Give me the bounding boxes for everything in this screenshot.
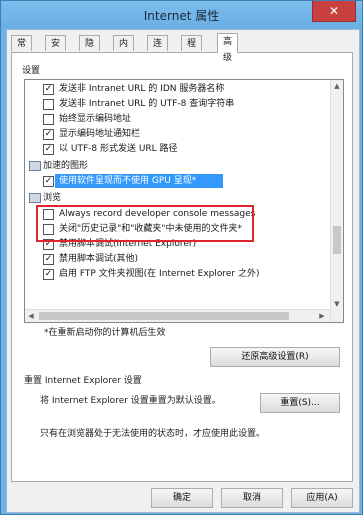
list-item[interactable]: ✓ 禁用脚本调试(其他) — [25, 252, 325, 266]
tab-privacy[interactable]: 隐私 — [79, 35, 101, 65]
checkbox[interactable] — [43, 224, 54, 235]
list-item-label: Always record developer console messages — [59, 209, 256, 219]
checkbox[interactable]: ✓ — [43, 84, 54, 95]
list-item-label: 关闭"历史记录"和"收藏夹"中未使用的文件夹* — [59, 224, 243, 234]
reset-button[interactable]: 重置(S)... — [260, 393, 340, 413]
list-item[interactable]: ✓ 显示编码地址通知栏 — [25, 127, 325, 141]
list-item[interactable]: ✓ 禁用脚本调试(Internet Explorer) — [25, 237, 325, 251]
category-label: 浏览 — [43, 193, 62, 203]
ok-button[interactable]: 确定 — [151, 488, 213, 508]
internet-properties-window: Internet 属性 ✕ 常规 安全 隐私 内容 连接 程序 高级 设置 ✓ … — [0, 0, 363, 515]
checkbox[interactable] — [43, 114, 54, 125]
advanced-panel: 设置 ✓ 发送非 Intranet URL 的 IDN 服务器名称 发送非 In… — [11, 52, 353, 482]
list-item[interactable]: ✓ 启用 FTP 文件夹视图(在 Internet Explorer 之外) — [25, 267, 325, 281]
scroll-down-icon[interactable]: ▼ — [331, 298, 343, 310]
reset-section-label: 重置 Internet Explorer 设置 — [24, 376, 142, 386]
vertical-scrollbar[interactable]: ▲ ▼ — [330, 80, 343, 322]
checkbox[interactable] — [43, 209, 54, 220]
list-item-label: 禁用脚本调试(其他) — [59, 254, 139, 264]
list-item-label: 使用软件呈现而不使用 GPU 呈现* — [59, 176, 197, 186]
close-button[interactable]: ✕ — [312, 1, 356, 22]
scroll-up-icon[interactable]: ▲ — [331, 80, 343, 92]
tab-programs[interactable]: 程序 — [181, 35, 203, 65]
list-item-label: 显示编码地址通知栏 — [59, 129, 141, 139]
tab-connections[interactable]: 连接 — [147, 35, 169, 65]
list-item[interactable]: 关闭"历史记录"和"收藏夹"中未使用的文件夹* — [25, 222, 325, 236]
window-title: Internet 属性 — [143, 9, 220, 23]
cancel-button[interactable]: 取消 — [221, 488, 283, 508]
checkbox[interactable] — [43, 99, 54, 110]
list-item-label: 禁用脚本调试(Internet Explorer) — [59, 239, 197, 249]
restore-advanced-settings-button[interactable]: 还原高级设置(R) — [210, 347, 340, 367]
horizontal-scrollbar[interactable]: ◀ ▶ — [25, 309, 330, 322]
reset-description: 将 Internet Explorer 设置重置为默认设置。 — [40, 396, 221, 406]
list-item[interactable]: 始终显示编码地址 — [25, 112, 325, 126]
tab-security[interactable]: 安全 — [45, 35, 67, 65]
list-item[interactable]: ✓ 以 UTF-8 形式发送 URL 路径 — [25, 142, 325, 156]
tab-advanced[interactable]: 高级 — [217, 33, 239, 63]
settings-group-label: 设置 — [22, 66, 41, 76]
list-item-selected[interactable]: ✓ 使用软件呈现而不使用 GPU 呈现* — [25, 174, 325, 188]
apply-button[interactable]: 应用(A) — [291, 488, 353, 508]
checkbox[interactable]: ✓ — [43, 269, 54, 280]
scroll-left-icon[interactable]: ◀ — [25, 310, 37, 322]
checkbox[interactable]: ✓ — [43, 239, 54, 250]
list-item-label: 以 UTF-8 形式发送 URL 路径 — [59, 144, 178, 154]
list-item[interactable]: ✓ 发送非 Intranet URL 的 IDN 服务器名称 — [25, 82, 325, 96]
tab-content[interactable]: 内容 — [113, 35, 135, 65]
checkbox[interactable]: ✓ — [43, 254, 54, 265]
list-item-label: 发送非 Intranet URL 的 IDN 服务器名称 — [59, 84, 225, 94]
list-item[interactable]: 发送非 Intranet URL 的 UTF-8 查询字符串 — [25, 97, 325, 111]
checkbox[interactable]: ✓ — [43, 129, 54, 140]
category-accelerated-graphics[interactable]: 加速的图形 — [25, 159, 325, 173]
list-item[interactable]: Always record developer console messages — [25, 207, 325, 221]
settings-list[interactable]: ✓ 发送非 Intranet URL 的 IDN 服务器名称 发送非 Intra… — [24, 79, 344, 323]
checkbox[interactable]: ✓ — [43, 176, 54, 187]
scroll-right-icon[interactable]: ▶ — [316, 310, 328, 322]
scroll-thumb[interactable] — [333, 226, 341, 254]
reset-warning-note: 只有在浏览器处于无法使用的状态时，才应使用此设置。 — [40, 429, 266, 439]
folder-icon — [29, 161, 41, 171]
checkbox[interactable]: ✓ — [43, 144, 54, 155]
horizontal-scroll-thumb[interactable] — [39, 312, 289, 320]
category-label: 加速的图形 — [43, 161, 89, 171]
list-item-label: 启用 FTP 文件夹视图(在 Internet Explorer 之外) — [59, 269, 260, 279]
list-item-label: 始终显示编码地址 — [59, 114, 132, 124]
restart-note: *在重新启动你的计算机后生效 — [44, 328, 166, 338]
category-browsing[interactable]: 浏览 — [25, 191, 325, 205]
list-item-label: 发送非 Intranet URL 的 UTF-8 查询字符串 — [59, 99, 235, 109]
folder-icon — [29, 193, 41, 203]
tab-general[interactable]: 常规 — [11, 35, 33, 65]
title-bar[interactable]: Internet 属性 ✕ — [1, 1, 362, 29]
dialog-body: 常规 安全 隐私 内容 连接 程序 高级 设置 ✓ 发送非 Intranet U… — [6, 29, 360, 513]
